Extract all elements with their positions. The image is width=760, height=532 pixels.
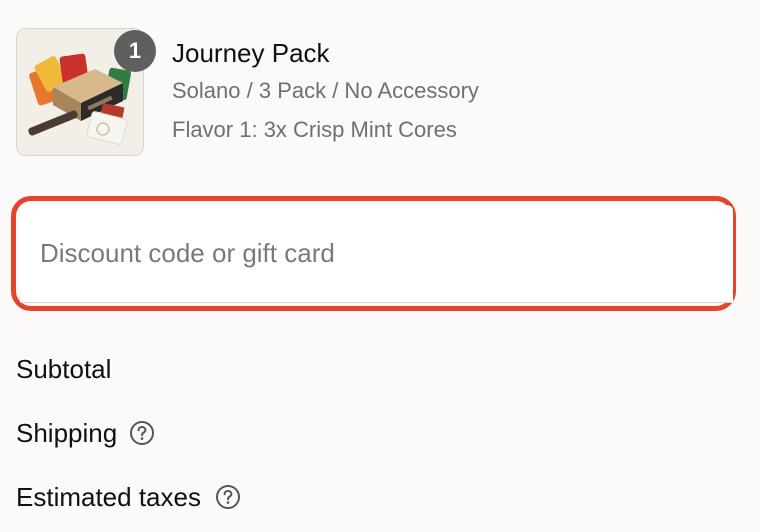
product-info: Journey Pack Solano / 3 Pack / No Access… (172, 38, 479, 156)
shipping-help-icon[interactable] (129, 420, 155, 446)
taxes-help-icon[interactable] (215, 484, 241, 510)
quantity-badge: 1 (114, 30, 156, 72)
shipping-label: Shipping (16, 417, 118, 448)
product-title: Journey Pack (172, 38, 330, 68)
estimated-taxes-row: Estimated taxes (16, 480, 241, 514)
discount-code-input[interactable] (20, 205, 733, 303)
shipping-row: Shipping (16, 416, 155, 450)
product-variant: Solano / 3 Pack / No Accessory (172, 78, 479, 103)
product-thumbnail-wrapper: 1 (16, 28, 156, 156)
subtotal-row: Subtotal (16, 352, 111, 386)
product-flavor: Flavor 1: 3x Crisp Mint Cores (172, 117, 457, 142)
subtotal-label: Subtotal (16, 353, 112, 384)
order-line-item: 1 Journey Pack Solano / 3 Pack / No Acce… (16, 12, 736, 162)
estimated-taxes-label: Estimated taxes (16, 481, 201, 512)
